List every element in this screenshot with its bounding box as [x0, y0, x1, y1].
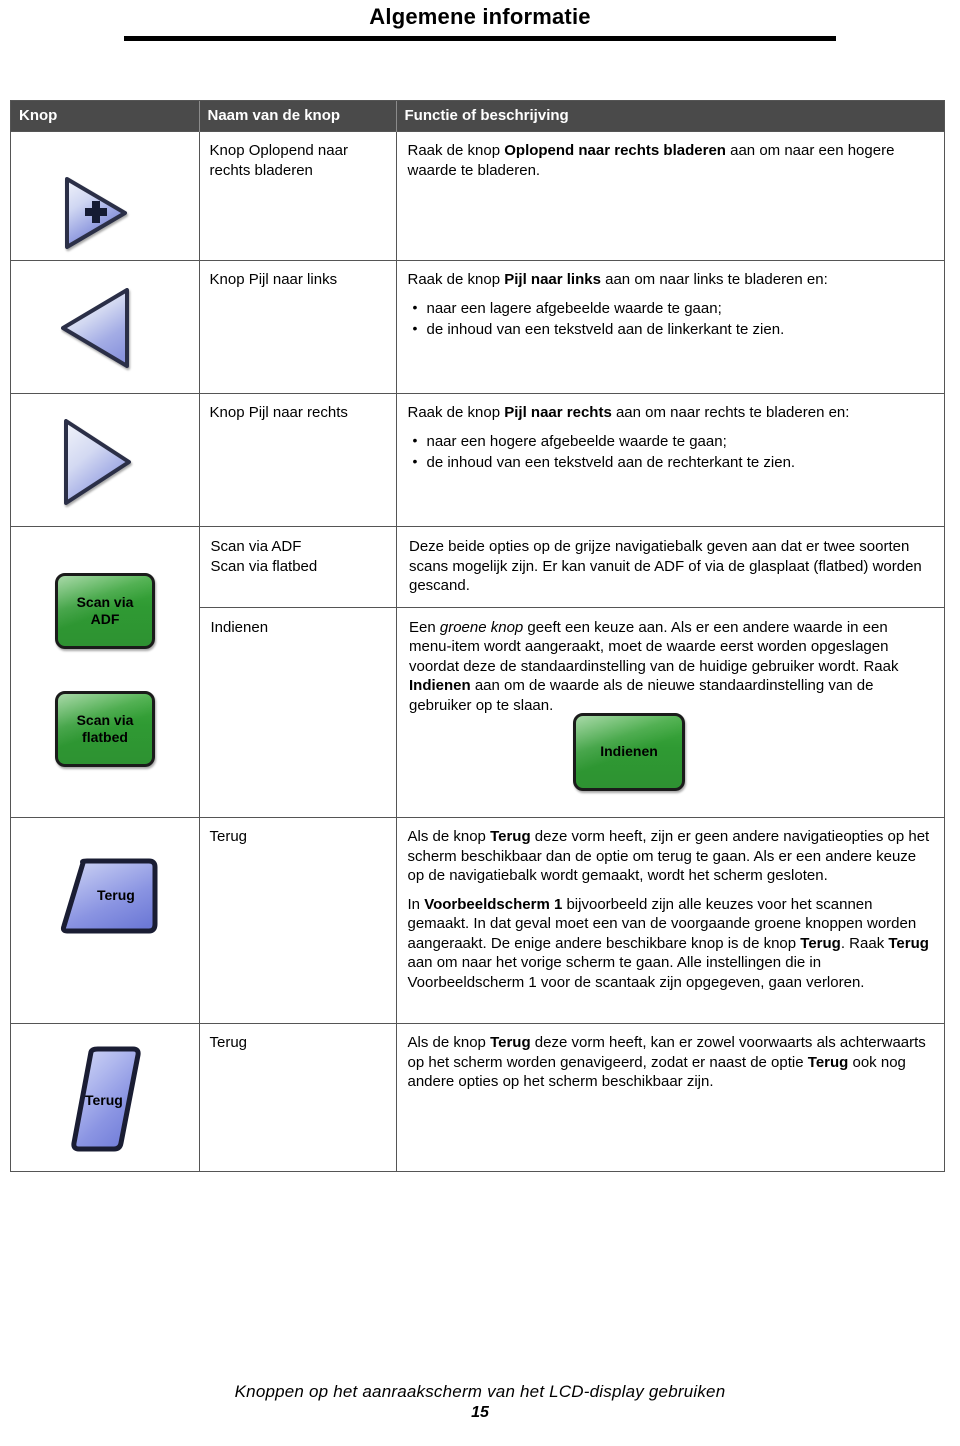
- desc-lead: Raak de knop: [407, 404, 505, 421]
- list-item: de inhoud van een tekstveld aan de linke…: [413, 319, 931, 340]
- button-name-cell: Knop Pijl naar rechts: [199, 393, 397, 527]
- desc-bold: Pijl naar rechts: [504, 404, 612, 421]
- description-paragraph: Als de knop Terug deze vorm heeft, zijn …: [408, 827, 931, 886]
- scan-via-adf-label-line2: ADF: [90, 611, 120, 627]
- indienen-label: Indienen: [600, 743, 658, 760]
- button-name-label: Scan via ADF: [210, 538, 302, 555]
- button-name-cell: Terug: [199, 817, 397, 1024]
- button-cell: [11, 131, 200, 261]
- scan-via-flatbed-label-line2: flatbed: [82, 729, 128, 745]
- button-cell: [11, 393, 200, 527]
- terug-parallelogram-label: Terug: [85, 1092, 123, 1108]
- seg-bold: Voorbeeldscherm 1: [424, 895, 563, 913]
- scan-via-adf-button[interactable]: Scan via ADF: [55, 573, 155, 649]
- seg: Als de knop: [407, 1034, 491, 1051]
- desc-bold: Oplopend naar rechts bladeren: [504, 142, 726, 159]
- button-cell: Terug: [11, 817, 200, 1024]
- terug-trapezoid-button[interactable]: Terug: [57, 856, 167, 938]
- sub-row-scan-options: Scan via ADF Scan via flatbed Deze beide…: [199, 527, 945, 607]
- description-paragraph: Deze beide opties op de grijze navigatie…: [409, 538, 922, 594]
- button-description-cell: Als de knop Terug deze vorm heeft, kan e…: [396, 1023, 944, 1171]
- button-name-cell: Knop Pijl naar links: [199, 260, 397, 394]
- button-name-cell: Knop Oplopend naar rechts bladeren: [199, 131, 397, 261]
- description-paragraph: Als de knop Terug deze vorm heeft, kan e…: [408, 1033, 931, 1092]
- button-name-label: Terug: [209, 828, 248, 845]
- seg-bold: Terug: [490, 828, 531, 845]
- page-footer: Knoppen op het aanraakscherm van het LCD…: [0, 1382, 960, 1422]
- table-row: Terug Terug Als de knop Terug deze vorm …: [11, 817, 944, 1024]
- desc-tail: aan om naar links te bladeren en:: [600, 271, 828, 288]
- button-name-cell: Terug: [199, 1023, 397, 1171]
- description-paragraph: In Voorbeeldscherm 1 bijvoorbeeld zijn a…: [408, 895, 931, 993]
- title-rule: [124, 36, 836, 41]
- seg-bold: Terug: [800, 934, 841, 952]
- scan-via-flatbed-button[interactable]: Scan via flatbed: [55, 691, 155, 767]
- page-title: Algemene informatie: [369, 4, 591, 29]
- column-header-functie: Functie of beschrijving: [396, 101, 944, 132]
- button-name-label: Knop Oplopend naar rechts bladeren: [209, 142, 348, 179]
- seg-bold: Terug: [490, 1034, 531, 1051]
- button-description-cell: Raak de knop Pijl naar rechts aan om naa…: [396, 393, 944, 527]
- page-number: 15: [471, 1404, 489, 1421]
- footer-title: Knoppen op het aanraakscherm van het LCD…: [234, 1382, 726, 1401]
- description-paragraph: Raak de knop Oplopend naar rechts blader…: [408, 141, 931, 180]
- table-row: Terug Terug Als de knop Terug deze vorm …: [11, 1023, 944, 1171]
- seg: Als de knop: [407, 828, 491, 845]
- arrow-left-triangle-icon[interactable]: [55, 285, 135, 371]
- button-description-cell: Een groene knop geeft een keuze aan. Als…: [396, 606, 944, 817]
- list-item: de inhoud van een tekstveld aan de recht…: [413, 452, 931, 473]
- button-cell: Terug: [11, 1023, 200, 1171]
- table-row: Knop Oplopend naar rechts bladeren Raak …: [11, 131, 944, 261]
- description-bullet-list: naar een lagere afgebeelde waarde te gaa…: [408, 298, 931, 340]
- desc-bold: Indienen: [409, 677, 471, 694]
- list-item: naar een lagere afgebeelde waarde te gaa…: [413, 298, 931, 319]
- table-row: Knop Pijl naar links Raak de knop Pijl n…: [11, 260, 944, 394]
- desc-part3: aan om de waarde als de nieuwe standaard…: [409, 677, 874, 714]
- scan-via-flatbed-label-line1: Scan via: [76, 712, 134, 729]
- seg-bold: Terug: [888, 934, 929, 952]
- button-name-cell: Scan via ADF Scan via flatbed: [199, 527, 397, 607]
- indienen-button[interactable]: Indienen: [573, 712, 685, 791]
- button-name-label: Knop Pijl naar rechts: [209, 404, 348, 421]
- button-description-cell: Raak de knop Pijl naar links aan om naar…: [396, 260, 944, 394]
- button-name-label: Scan via flatbed: [210, 557, 318, 575]
- description-paragraph: Raak de knop Pijl naar rechts aan om naa…: [408, 403, 931, 423]
- table-row-green-buttons: Scan via ADF Scan via flatbed Scan via A…: [11, 526, 945, 818]
- button-reference-table: Knop Naam van de knop Functie of beschri…: [10, 100, 945, 1172]
- sub-row-indienen: Indienen Een groene knop geeft een keuze…: [199, 606, 944, 817]
- desc-italic: groene knop: [439, 618, 524, 636]
- button-cell: [11, 260, 200, 394]
- button-cell: Scan via ADF Scan via flatbed: [11, 526, 200, 818]
- terug-trapezoid-label: Terug: [97, 887, 135, 903]
- button-name-cell: Indienen: [199, 606, 397, 817]
- list-item: naar een hogere afgebeelde waarde te gaa…: [413, 431, 931, 452]
- button-name-label: Terug: [209, 1034, 248, 1051]
- button-description-cell: Deze beide opties op de grijze navigatie…: [397, 527, 945, 607]
- seg: In: [407, 895, 425, 913]
- arrow-right-triangle-icon[interactable]: [57, 416, 137, 508]
- desc-tail: aan om naar rechts te bladeren en:: [611, 404, 850, 421]
- seg: . Raak: [840, 934, 889, 952]
- terug-parallelogram-button[interactable]: Terug: [63, 1044, 173, 1156]
- description-paragraph: Een groene knop geeft een keuze aan. Als…: [409, 618, 929, 716]
- desc-part1: Een: [409, 618, 440, 636]
- desc-bold: Pijl naar links: [504, 271, 601, 288]
- seg: aan om naar het vorige scherm te gaan. A…: [407, 954, 865, 991]
- column-header-knop: Knop: [11, 101, 200, 132]
- green-row-detail-cell: Scan via ADF Scan via flatbed Deze beide…: [199, 526, 945, 818]
- table-row: Knop Pijl naar rechts Raak de knop Pijl …: [11, 393, 944, 527]
- scan-via-adf-label-line1: Scan via: [76, 594, 134, 611]
- button-description-cell: Als de knop Terug deze vorm heeft, zijn …: [396, 817, 944, 1024]
- desc-lead: Raak de knop: [407, 142, 505, 159]
- column-header-naam: Naam van de knop: [199, 101, 397, 132]
- seg-bold: Terug: [807, 1053, 849, 1071]
- description-paragraph: Raak de knop Pijl naar links aan om naar…: [408, 270, 931, 290]
- desc-lead: Raak de knop: [407, 271, 505, 288]
- description-bullet-list: naar een hogere afgebeelde waarde te gaa…: [408, 431, 931, 473]
- button-description-cell: Raak de knop Oplopend naar rechts blader…: [396, 131, 944, 261]
- button-name-label: Knop Pijl naar links: [209, 271, 338, 288]
- button-name-label: Indienen: [210, 618, 269, 636]
- table-header-row: Knop Naam van de knop Functie of beschri…: [11, 101, 944, 132]
- scroll-right-increase-triangle-icon[interactable]: [59, 174, 131, 252]
